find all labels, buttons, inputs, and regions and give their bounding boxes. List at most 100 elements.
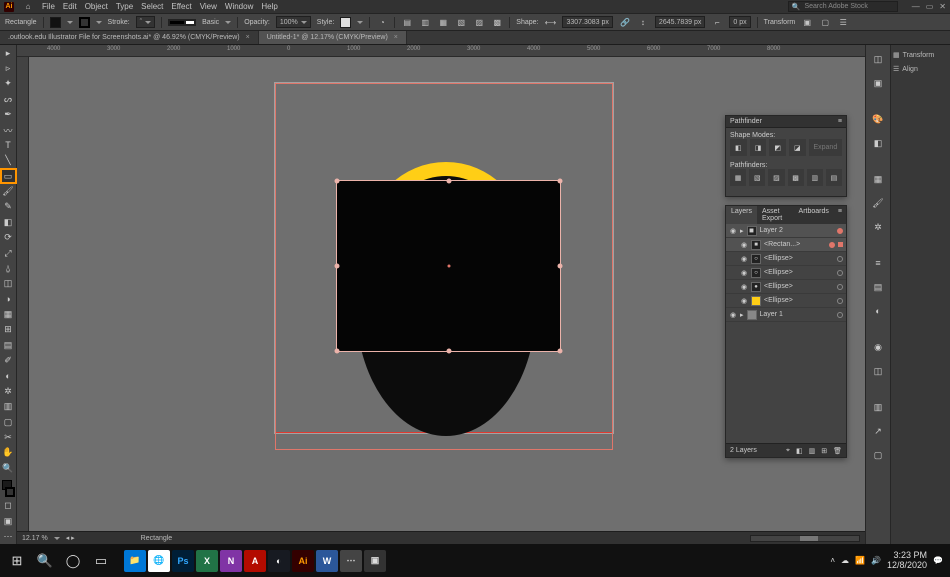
panel-menu-icon[interactable]: ≡ <box>838 118 842 125</box>
artboards-panel-icon[interactable]: ▢ <box>868 445 888 465</box>
shape-width-input[interactable]: 3307.3083 px <box>562 16 612 28</box>
pathfinder-panel[interactable]: Pathfinder ≡ Shape Modes: ◧ ◨ ◩ ◪ Expand <box>725 115 847 197</box>
word-app-icon[interactable]: W <box>316 550 338 572</box>
layer-name[interactable]: <Rectan...> <box>764 241 800 248</box>
shaper-tool[interactable]: ✎ <box>1 200 16 214</box>
layer-name[interactable]: <Ellipse> <box>764 283 793 290</box>
exclude-button[interactable]: ◪ <box>789 139 806 156</box>
rotate-tool[interactable]: ⟳ <box>1 231 16 245</box>
align-top-icon[interactable]: ▧ <box>455 16 467 28</box>
layer-name[interactable]: Layer 1 <box>760 311 783 318</box>
notifications-tray-icon[interactable]: 💬 <box>933 556 943 565</box>
paintbrush-tool[interactable]: 🖌 <box>1 184 16 198</box>
delete-layer-icon[interactable]: 🗑 <box>833 447 842 455</box>
gradient-panel-icon[interactable]: ▤ <box>868 277 888 297</box>
swatches-panel-icon[interactable]: ▦ <box>868 169 888 189</box>
layer-row[interactable]: ◉ ▸ Layer 1 <box>726 308 846 322</box>
color-guide-panel-icon[interactable]: ◧ <box>868 133 888 153</box>
mesh-tool[interactable]: ⊞ <box>1 323 16 337</box>
asset-export-panel-icon[interactable]: ↗ <box>868 421 888 441</box>
minimize-icon[interactable]: — <box>912 2 920 11</box>
eraser-tool[interactable]: ◧ <box>1 215 16 229</box>
photoshop-app-icon[interactable]: Ps <box>172 550 194 572</box>
intersect-button[interactable]: ◩ <box>769 139 786 156</box>
lock-aspect-icon[interactable]: 🔗 <box>619 16 631 28</box>
brushes-panel-icon[interactable]: 🖌 <box>868 193 888 213</box>
layer-row[interactable]: ◉ ○ <Ellipse> <box>726 266 846 280</box>
curvature-tool[interactable]: 〰 <box>1 123 16 137</box>
selection-tool[interactable]: ▸ <box>1 46 16 60</box>
appearance-panel-icon[interactable]: ◉ <box>868 337 888 357</box>
magic-wand-tool[interactable]: ✦ <box>1 77 16 91</box>
horizontal-scrollbar[interactable] <box>750 535 860 542</box>
menu-edit[interactable]: Edit <box>63 2 77 11</box>
minus-front-button[interactable]: ◨ <box>750 139 767 156</box>
visibility-icon[interactable]: ◉ <box>740 269 748 277</box>
symbol-sprayer-tool[interactable]: ✲ <box>1 384 16 398</box>
align-mid-icon[interactable]: ▨ <box>473 16 485 28</box>
unite-button[interactable]: ◧ <box>730 139 747 156</box>
graphic-styles-panel-icon[interactable]: ◫ <box>868 361 888 381</box>
file-explorer-app-icon[interactable]: 📁 <box>124 550 146 572</box>
fill-dropdown-icon[interactable] <box>67 21 73 24</box>
stroke-dropdown-icon[interactable] <box>96 21 102 24</box>
tab-screenshots-file[interactable]: .outlook.edu Illustrator File for Screen… <box>0 31 259 44</box>
illustrator-app-icon[interactable]: Ai <box>292 550 314 572</box>
system-clock[interactable]: 3:23 PM 12/8/2020 <box>887 551 927 571</box>
pen-tool[interactable]: ✒ <box>1 108 16 122</box>
visibility-icon[interactable]: ◉ <box>740 283 748 291</box>
free-transform-tool[interactable]: ◫ <box>1 277 16 291</box>
blend-tool[interactable]: ◐ <box>1 369 16 383</box>
scale-tool[interactable]: ⤢ <box>1 246 16 260</box>
onedrive-tray-icon[interactable]: ☁ <box>841 556 849 565</box>
libraries-panel-icon[interactable]: ▣ <box>868 73 888 93</box>
rectangle-tool[interactable]: ▭ <box>1 169 16 183</box>
line-segment-tool[interactable]: ╲ <box>1 154 16 168</box>
corner-radius-input[interactable]: 0 px <box>729 16 750 28</box>
menu-file[interactable]: File <box>42 2 55 11</box>
menu-view[interactable]: View <box>200 2 217 11</box>
merge-button[interactable]: ▨ <box>768 169 784 186</box>
direct-selection-tool[interactable]: ▹ <box>1 61 16 75</box>
onenote-app-icon[interactable]: N <box>220 550 242 572</box>
align-left-icon[interactable]: ▤ <box>401 16 413 28</box>
tab-close-icon[interactable]: × <box>394 34 398 41</box>
tab-untitled-1[interactable]: Untitled-1* @ 12.17% (CMYK/Preview) × <box>259 31 407 44</box>
layer-name[interactable]: Layer 2 <box>760 227 783 234</box>
steam-app-icon[interactable]: ◐ <box>268 550 290 572</box>
maximize-icon[interactable]: ▭ <box>926 2 934 11</box>
eyedropper-tool[interactable]: ✐ <box>1 354 16 368</box>
column-graph-tool[interactable]: ▥ <box>1 400 16 414</box>
asset-export-tab[interactable]: Asset Export <box>757 206 794 224</box>
new-layer-icon[interactable]: ⊞ <box>821 447 827 455</box>
opacity-input[interactable]: 100% <box>276 16 311 28</box>
arrange-icon[interactable]: ☰ <box>837 16 849 28</box>
stroke-weight-input[interactable]: ˆ <box>136 16 155 28</box>
fill-swatch[interactable] <box>50 17 61 28</box>
task-view-button[interactable]: ◯ <box>60 548 86 574</box>
width-tool[interactable]: ⍙ <box>1 261 16 275</box>
gradient-tool[interactable]: ▤ <box>1 338 16 352</box>
layers-panel[interactable]: Layers Asset Export Artboards ≡ ◉ ▸ ◼ La… <box>725 205 847 458</box>
home-icon[interactable]: ⌂ <box>22 1 34 13</box>
align-right-icon[interactable]: ▦ <box>437 16 449 28</box>
layers-panel-icon[interactable]: ▥ <box>868 397 888 417</box>
cortana-button[interactable]: ▭ <box>88 548 114 574</box>
divide-button[interactable]: ▦ <box>730 169 746 186</box>
excel-app-icon[interactable]: X <box>196 550 218 572</box>
layer-row[interactable]: ◉ ■ <Rectan...> <box>726 238 846 252</box>
chrome-app-icon[interactable]: 🌐 <box>148 550 170 572</box>
locate-object-icon[interactable]: ⌖ <box>786 447 790 455</box>
search-stock-input[interactable]: 🔍 Search Adobe Stock <box>788 1 898 12</box>
transparency-panel-icon[interactable]: ◐ <box>868 301 888 321</box>
edit-toolbar-icon[interactable]: ⋯ <box>1 529 16 543</box>
start-button[interactable]: ⊞ <box>4 548 30 574</box>
close-icon[interactable]: ✕ <box>939 2 946 11</box>
tab-close-icon[interactable]: × <box>246 34 250 41</box>
layer-row[interactable]: ◉ ○ <Ellipse> <box>726 252 846 266</box>
hand-tool[interactable]: ✋ <box>1 446 16 460</box>
menu-select[interactable]: Select <box>141 2 163 11</box>
graphic-style-swatch[interactable] <box>340 17 351 28</box>
ruler-horizontal[interactable]: 4000 3000 2000 1000 0 1000 2000 3000 400… <box>17 45 865 57</box>
visibility-icon[interactable]: ◉ <box>729 311 737 319</box>
